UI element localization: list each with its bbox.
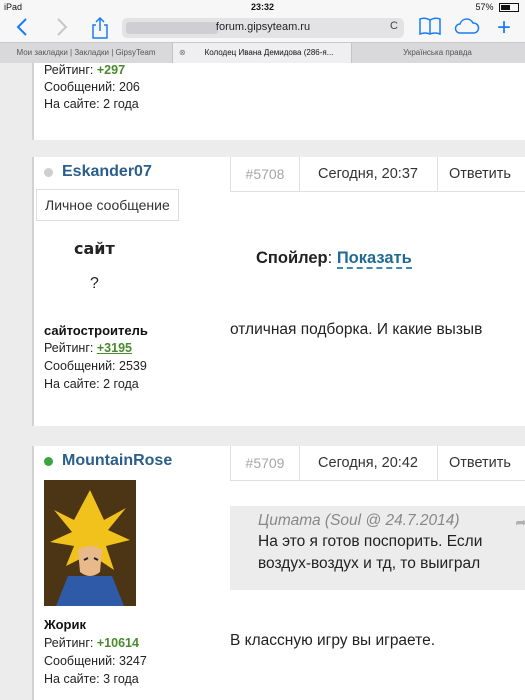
tab-label: Колодец Ивана Демидова (286-я... bbox=[204, 48, 334, 57]
user-message-count: Сообщений: 206 bbox=[44, 80, 140, 94]
rating-value[interactable]: +10614 bbox=[97, 636, 139, 650]
post-date: Сегодня, 20:42 bbox=[299, 446, 438, 480]
forum-post: Рейтинг: +297 Сообщений: 206 На сайте: 2… bbox=[32, 63, 525, 140]
user-online-time: На сайте: 3 года bbox=[44, 672, 139, 686]
post-text: отличная подборка. И какие вызыв bbox=[230, 321, 483, 338]
forward-button[interactable] bbox=[50, 17, 74, 39]
url-text: forum.gipsyteam.ru bbox=[215, 21, 311, 33]
offline-status-icon bbox=[44, 168, 53, 177]
forum-post: Eskander07 Личное сообщение сайт ? сайто… bbox=[32, 157, 525, 426]
reply-button[interactable]: Ответить bbox=[437, 446, 525, 480]
user-online-time: На сайте: 2 года bbox=[44, 97, 139, 111]
forum-post: MountainRose Жорик Рейтинг: +10614 Сообщ… bbox=[32, 446, 525, 700]
quote-header: Цитата (Soul @ 24.7.2014) bbox=[258, 512, 460, 529]
battery-indicator: 57% bbox=[475, 2, 519, 13]
battery-percent: 57% bbox=[475, 2, 494, 12]
user-rating: Рейтинг: +10614 bbox=[44, 636, 139, 650]
username[interactable]: Eskander07 bbox=[62, 163, 152, 181]
address-bar[interactable]: forum.gipsyteam.ru C bbox=[122, 18, 404, 38]
close-tab-icon[interactable]: ⊗ bbox=[179, 43, 186, 63]
new-tab-button[interactable]: + bbox=[492, 16, 516, 40]
user-message-count: Сообщений: 2539 bbox=[44, 359, 147, 373]
online-status-icon bbox=[44, 457, 53, 466]
tab-label: Мои закладки | Закладки | GipsyTeam bbox=[16, 48, 156, 57]
user-rank: сайтостроитель bbox=[44, 323, 148, 338]
private-message-button[interactable]: Личное сообщение bbox=[36, 189, 179, 221]
avatar: сайт ? bbox=[74, 239, 115, 292]
battery-icon bbox=[499, 3, 519, 13]
tab-current[interactable]: ⊗ Колодец Ивана Демидова (286-я... bbox=[172, 43, 352, 63]
user-message-count: Сообщений: 3247 bbox=[44, 654, 147, 668]
post-header: #5709 Сегодня, 20:42 Ответить bbox=[230, 446, 525, 481]
clock: 23:32 bbox=[250, 2, 275, 12]
tab-strip: Мои закладки | Закладки | GipsyTeam ⊗ Ко… bbox=[0, 42, 525, 64]
quote-text: воздух-воздух и тд, то выиграл bbox=[258, 555, 481, 572]
post-number[interactable]: #5708 bbox=[231, 157, 300, 191]
tab-label: Українська правда bbox=[403, 48, 472, 57]
icloud-tabs-button[interactable] bbox=[452, 17, 482, 39]
reply-button[interactable]: Ответить bbox=[437, 157, 525, 191]
user-online-time: На сайте: 2 года bbox=[44, 377, 139, 391]
share-icon bbox=[92, 16, 108, 39]
quote-link-icon[interactable]: ➦ bbox=[515, 514, 525, 531]
cloud-icon bbox=[454, 18, 480, 34]
post-header: #5708 Сегодня, 20:37 Ответить bbox=[230, 157, 525, 192]
tab-bookmarks[interactable]: Мои закладки | Закладки | GipsyTeam bbox=[0, 43, 172, 63]
book-icon bbox=[419, 17, 441, 36]
status-bar: iPad 23:32 57% bbox=[0, 0, 525, 14]
rating-value[interactable]: +297 bbox=[97, 63, 125, 77]
post-text: В классную игру вы играете. bbox=[230, 632, 436, 649]
user-rating: Рейтинг: +297 bbox=[44, 63, 126, 77]
bookmarks-button[interactable] bbox=[418, 17, 442, 39]
user-rating: Рейтинг: +3195 bbox=[44, 341, 132, 355]
user-rank: Жорик bbox=[44, 617, 86, 632]
post-number[interactable]: #5709 bbox=[231, 446, 300, 480]
chevron-right-icon bbox=[57, 18, 68, 36]
chevron-left-icon bbox=[16, 18, 27, 36]
post-date: Сегодня, 20:37 bbox=[299, 157, 438, 191]
rating-value[interactable]: +3195 bbox=[97, 341, 132, 355]
back-button[interactable] bbox=[10, 17, 34, 39]
spoiler-show-button[interactable]: Показать bbox=[336, 249, 412, 269]
avatar bbox=[44, 480, 136, 606]
spoiler: Спойлер: Показать bbox=[256, 249, 412, 269]
username[interactable]: MountainRose bbox=[62, 452, 172, 470]
avatar-image bbox=[44, 480, 136, 606]
browser-toolbar: forum.gipsyteam.ru C + bbox=[0, 14, 525, 42]
share-button[interactable] bbox=[88, 16, 112, 39]
tab-pravda[interactable]: Українська правда bbox=[350, 43, 525, 63]
quote-text: На это я готов поспорить. Если bbox=[258, 533, 483, 550]
quote-block: Цитата (Soul @ 24.7.2014) ➦ На это я гот… bbox=[230, 506, 525, 590]
forum-page: Рейтинг: +297 Сообщений: 206 На сайте: 2… bbox=[0, 63, 525, 700]
spoiler-label: Спойлер bbox=[256, 249, 328, 267]
reload-icon[interactable]: C bbox=[390, 20, 398, 32]
